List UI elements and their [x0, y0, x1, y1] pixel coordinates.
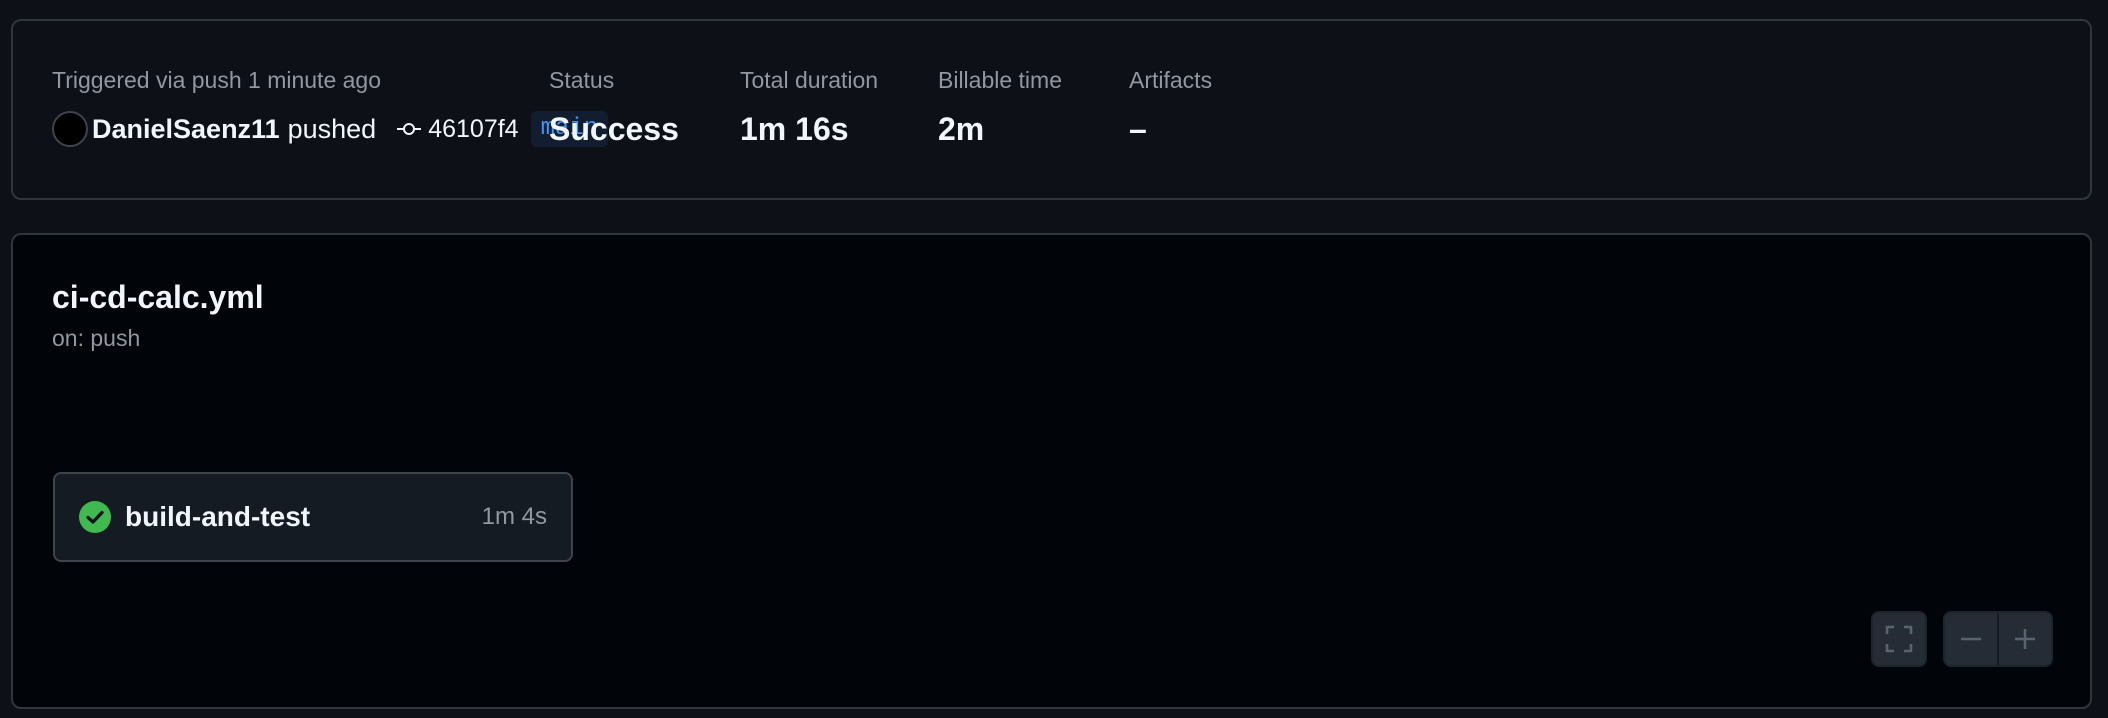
- billable-label: Billable time: [938, 67, 1062, 93]
- zoom-in-button[interactable]: [1999, 613, 2051, 665]
- workflow-trigger: on: push: [52, 325, 141, 351]
- check-circle-icon: [79, 501, 111, 533]
- trigger-row: DanielSaenz11 pushed 46107f4 main: [52, 109, 609, 149]
- triggered-label: Triggered via push 1 minute ago: [52, 67, 382, 93]
- minus-icon: [1961, 637, 1982, 641]
- workflow-file-name[interactable]: ci-cd-calc.yml: [52, 279, 264, 316]
- duration-label: Total duration: [740, 67, 879, 93]
- commit-sha: 46107f4: [428, 114, 519, 143]
- artifacts-value: –: [1129, 111, 1147, 147]
- trigger-column: Triggered via push 1 minute ago DanielSa…: [52, 65, 609, 149]
- status-column: Status Success: [549, 65, 679, 149]
- status-value: Success: [549, 111, 679, 147]
- status-label: Status: [549, 67, 615, 93]
- duration-value: 1m 16s: [740, 111, 849, 147]
- plus-icon: [2014, 629, 2035, 649]
- actor-link[interactable]: DanielSaenz11: [92, 114, 280, 145]
- job-duration: 1m 4s: [481, 503, 547, 530]
- artifacts-label: Artifacts: [1129, 67, 1213, 93]
- job-name: build-and-test: [125, 501, 311, 532]
- job-card-build-and-test[interactable]: build-and-test 1m 4s: [53, 472, 573, 562]
- workflow-graph-panel: ci-cd-calc.yml on: push build-and-test 1…: [11, 233, 2092, 709]
- billable-value: 2m: [938, 111, 985, 147]
- commit-link[interactable]: 46107f4: [396, 114, 519, 144]
- avatar[interactable]: [52, 111, 88, 147]
- fullscreen-icon: [1885, 625, 1913, 653]
- run-summary-panel: Triggered via push 1 minute ago DanielSa…: [11, 19, 2092, 200]
- artifacts-column: Artifacts –: [1129, 65, 1212, 149]
- duration-column: Total duration 1m 16s: [740, 65, 878, 149]
- zoom-controls: [1943, 611, 2053, 667]
- zoom-out-button[interactable]: [1945, 613, 1997, 665]
- billable-column: Billable time 2m: [938, 65, 1062, 149]
- fullscreen-button[interactable]: [1871, 611, 1927, 667]
- pushed-text: pushed: [287, 113, 377, 144]
- git-commit-icon: [397, 123, 422, 135]
